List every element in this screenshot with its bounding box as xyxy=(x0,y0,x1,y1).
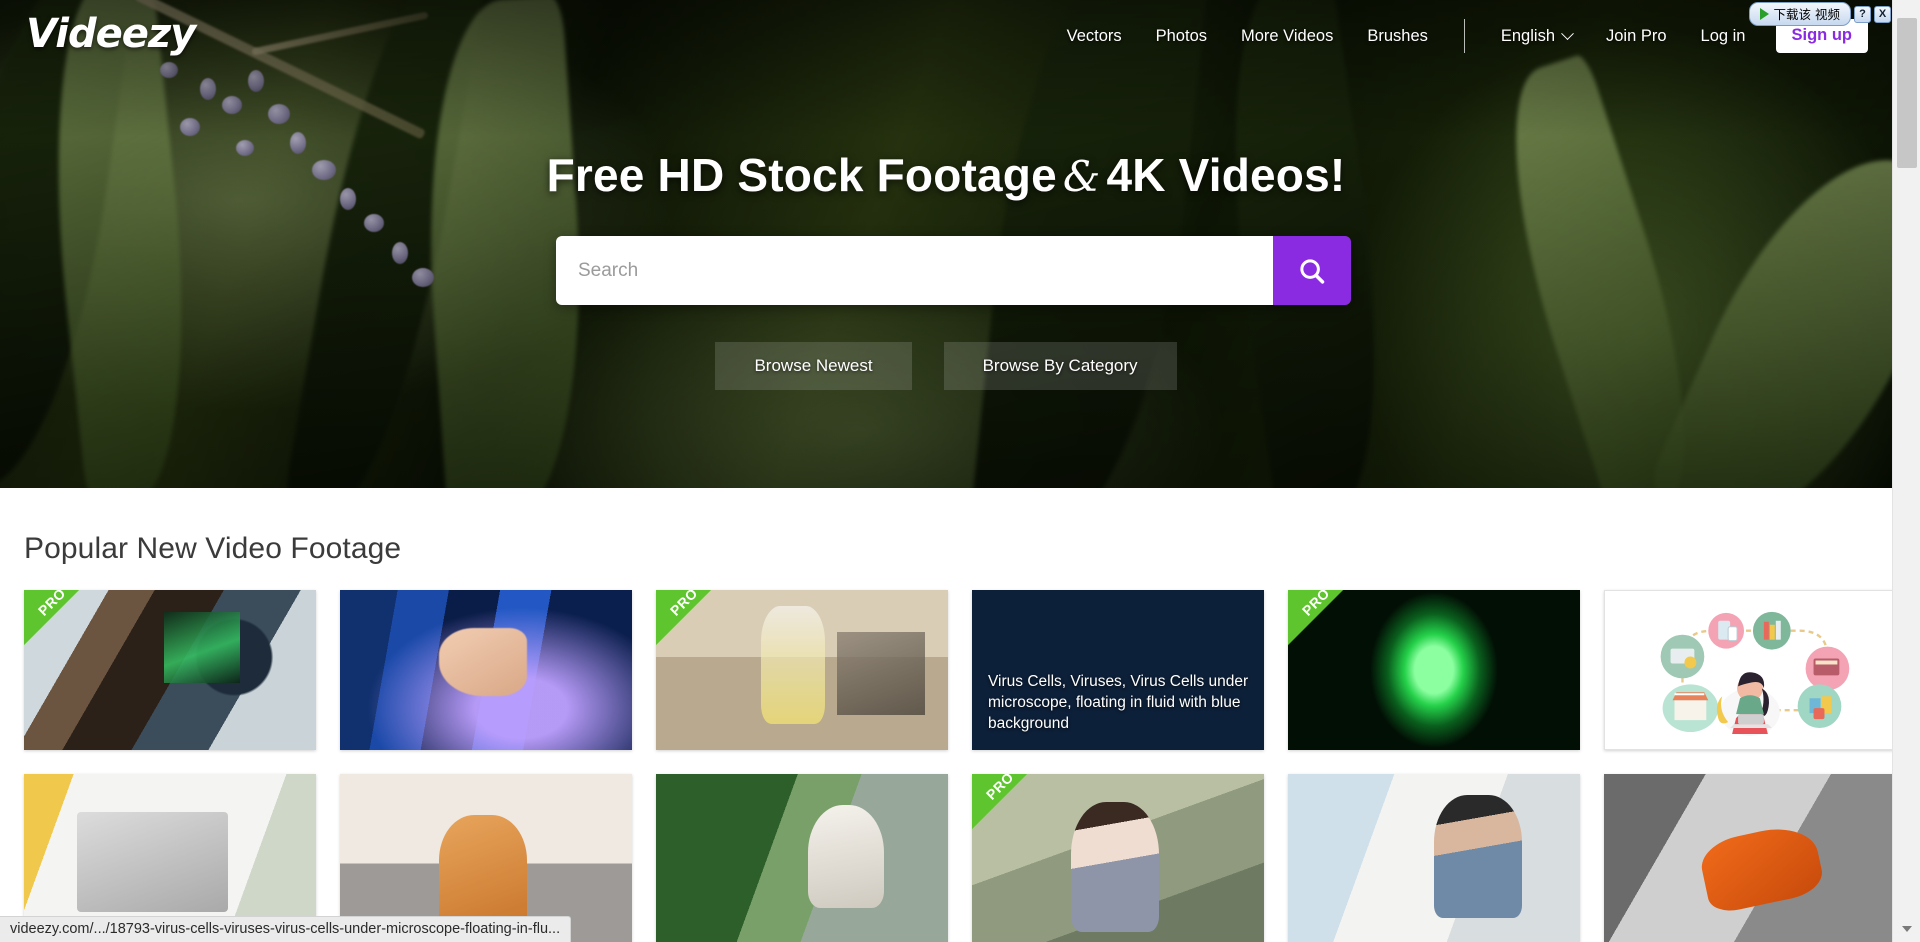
thumbnail-image xyxy=(1604,590,1892,750)
join-pro-link[interactable]: Join Pro xyxy=(1606,27,1667,46)
site-header: Videezy Vectors Photos More Videos Brush… xyxy=(0,0,1892,72)
thumbnail-image xyxy=(656,590,948,750)
nav-item-vectors[interactable]: Vectors xyxy=(1067,27,1122,46)
nav-item-more-videos[interactable]: More Videos xyxy=(1241,27,1333,46)
site-logo[interactable]: Videezy xyxy=(26,14,196,54)
hero-title-part2: 4K Videos! xyxy=(1106,149,1346,201)
browser-page: Videezy Vectors Photos More Videos Brush… xyxy=(0,0,1920,942)
card-ecommerce-illustration[interactable] xyxy=(1604,590,1892,750)
thumbnail-image xyxy=(1288,774,1580,942)
card-lab-flasks[interactable]: PRO xyxy=(656,590,948,750)
browser-extension-overlay: 下载该 视频 ? X xyxy=(1748,2,1891,26)
hero-search-bar xyxy=(556,236,1351,305)
thumbnail-image xyxy=(340,590,632,750)
thumbnail-image xyxy=(24,590,316,750)
extension-help-button[interactable]: ? xyxy=(1854,5,1871,23)
thumbnail-image xyxy=(656,774,948,942)
card-man-tired-desk[interactable] xyxy=(1288,774,1580,942)
page-title: Popular New Video Footage xyxy=(24,532,402,565)
chevron-down-icon xyxy=(1561,26,1574,40)
hero-title-part1: Free HD Stock Footage xyxy=(546,149,1057,201)
language-label: English xyxy=(1500,26,1555,45)
download-video-button[interactable]: 下载该 视频 xyxy=(1748,2,1851,26)
card-scientist-microscope[interactable]: PRO xyxy=(24,590,316,750)
thumbnail-image xyxy=(972,774,1264,942)
search-icon xyxy=(1300,258,1325,284)
browse-newest-button[interactable]: Browse Newest xyxy=(715,342,912,390)
hero-browse-buttons: Browse Newest Browse By Category xyxy=(0,342,1892,390)
log-in-link[interactable]: Log in xyxy=(1701,27,1746,46)
search-input[interactable] xyxy=(556,236,1273,305)
extension-close-button[interactable]: X xyxy=(1874,5,1891,23)
play-icon xyxy=(1759,7,1769,20)
hero-title-ampersand: & xyxy=(1062,152,1101,201)
download-video-label: 下载该 视频 xyxy=(1773,7,1840,22)
hero-banner: Videezy Vectors Photos More Videos Brush… xyxy=(0,0,1892,488)
chevron-down-icon xyxy=(1902,926,1912,932)
status-bar-url: videezy.com/.../18793-virus-cells-viruse… xyxy=(0,916,572,942)
card-green-cell[interactable]: PRO xyxy=(1288,590,1580,750)
card-title: Virus Cells, Viruses, Virus Cells under … xyxy=(988,673,1249,732)
language-selector[interactable]: English xyxy=(1500,26,1574,46)
thumbnail-image xyxy=(1604,774,1892,942)
nav-item-brushes[interactable]: Brushes xyxy=(1367,27,1428,46)
card-lab-pipette[interactable] xyxy=(340,590,632,750)
card-glove-cleaning[interactable] xyxy=(1604,774,1892,942)
ecommerce-illustration xyxy=(1660,611,1850,736)
search-button[interactable] xyxy=(1273,236,1351,305)
browse-by-category-button[interactable]: Browse By Category xyxy=(943,342,1177,390)
scrollbar-thumb[interactable] xyxy=(1897,18,1917,168)
card-woman-mask-thumbsup[interactable]: PRO xyxy=(972,774,1264,942)
hero-title: Free HD Stock Footage & 4K Videos! xyxy=(0,148,1892,202)
card-woman-coffee[interactable] xyxy=(656,774,948,942)
scrollbar-down-arrow[interactable] xyxy=(1893,920,1920,938)
vertical-scrollbar[interactable] xyxy=(1892,0,1920,942)
video-grid-row-1: PRO PRO Virus Cells, Viruses, Virus Cell… xyxy=(24,590,1892,750)
main-content: Popular New Video Footage PRO PRO Virus … xyxy=(0,488,1892,942)
nav-item-photos[interactable]: Photos xyxy=(1156,27,1207,46)
card-virus-cells[interactable]: Virus Cells, Viruses, Virus Cells under … xyxy=(972,590,1264,750)
thumbnail-image xyxy=(1288,590,1580,750)
nav-divider xyxy=(1463,19,1465,53)
